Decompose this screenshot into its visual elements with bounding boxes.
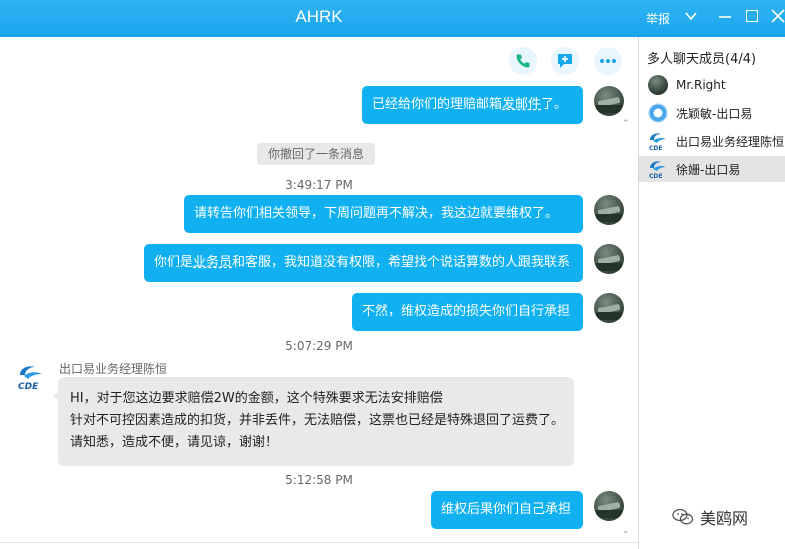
svg-text:CDE: CDE <box>18 382 39 391</box>
message-link[interactable]: 业务员 <box>193 255 232 270</box>
svg-text:CDE: CDE <box>649 173 662 179</box>
input-divider <box>0 542 638 543</box>
more-options-button[interactable] <box>594 47 622 75</box>
avatar[interactable] <box>594 244 624 274</box>
message-text: 你们是 <box>154 255 194 270</box>
message-bubble[interactable]: 请转告你们相关领导，下周问题再不解决，我这边就要维权了。 <box>184 195 583 233</box>
message-bubble[interactable]: 不然，维权造成的损失你们自行承担 <box>352 293 583 331</box>
member-name: Mr.Right <box>676 78 726 92</box>
scroll-down-icon[interactable]: ⌄ <box>622 526 630 536</box>
phone-icon <box>516 54 530 68</box>
group-chat-button[interactable] <box>551 47 579 75</box>
message-text: 维权后果你们自己承担 <box>441 502 572 517</box>
svg-text:CDE: CDE <box>649 145 662 151</box>
timestamp: 5:12:58 PM <box>285 473 353 487</box>
report-button[interactable]: 举报 <box>646 10 670 27</box>
scroll-up-icon[interactable]: ⌃ <box>622 119 630 129</box>
member-item[interactable]: 冼颖敏-出口易 <box>639 100 785 126</box>
minimize-icon[interactable] <box>718 9 732 23</box>
maximize-icon[interactable] <box>746 10 758 22</box>
message-bubble[interactable]: 已经给你们的理赔邮箱发邮件了。 <box>362 86 583 124</box>
chat-plus-icon <box>558 54 572 68</box>
message-line: HI，对于您这边要求赔偿2W的金额，这个特殊要求无法安排赔偿 <box>70 391 443 406</box>
members-title: 多人聊天成员(4/4) <box>647 52 757 67</box>
recall-notice: 你撤回了一条消息 <box>257 143 375 165</box>
voice-call-button[interactable] <box>509 47 537 75</box>
company-logo-icon: CDE <box>649 133 666 151</box>
message-bubble[interactable]: 你们是业务员和客服，我知道没有权限，希望找个说话算数的人跟我联系 <box>144 244 583 282</box>
member-item[interactable]: CDE 徐姗-出口易 <box>639 156 785 182</box>
message-text: 已经给你们的理赔邮箱 <box>372 97 503 112</box>
member-name: 徐姗-出口易 <box>676 162 741 177</box>
message-text: 和客服，我知道没有权限，希望找个说话算数的人跟我联系 <box>232 255 571 270</box>
timestamp: 3:49:17 PM <box>285 178 353 192</box>
avatar <box>648 103 668 123</box>
more-dots-icon <box>600 59 616 63</box>
title-bar: AHRK 举报 <box>0 0 785 37</box>
message-text: 请转告你们相关领导，下周问题再不解决，我这边就要维权了。 <box>194 206 559 221</box>
avatar[interactable] <box>594 491 624 521</box>
chevron-down-icon[interactable] <box>684 9 698 23</box>
members-panel: 多人聊天成员(4/4) Mr.Right 冼颖敏-出口易 CDE 出口易业务经理… <box>639 37 785 549</box>
avatar[interactable] <box>594 195 624 225</box>
message-text: 不然，维权造成的损失你们自行承担 <box>362 304 571 319</box>
avatar <box>648 75 668 95</box>
member-item[interactable]: Mr.Right <box>639 72 785 98</box>
close-icon[interactable] <box>771 9 785 23</box>
message-line: 针对不可控因素造成的扣货，并非丢件，无法赔偿，这票也已经是特殊退回了运费了。 <box>70 413 565 428</box>
sender-name: 出口易业务经理陈恒 <box>59 362 168 376</box>
chat-area[interactable]: ⌃ 已经给你们的理赔邮箱发邮件了。 你撤回了一条消息 3:49:17 PM 请转… <box>0 37 638 549</box>
member-name: 出口易业务经理陈恒 <box>676 134 785 149</box>
message-bubble[interactable]: HI，对于您这边要求赔偿2W的金额，这个特殊要求无法安排赔偿 针对不可控因素造成… <box>53 377 574 466</box>
message-bubble[interactable]: 维权后果你们自己承担 <box>431 491 583 529</box>
message-line: 请知悉，造成不便，请见谅，谢谢！ <box>70 435 279 450</box>
company-logo-icon: CDE <box>649 161 666 179</box>
avatar[interactable] <box>594 86 624 116</box>
company-logo-icon[interactable]: CDE <box>16 363 46 391</box>
message-link[interactable]: 发邮件 <box>502 97 541 112</box>
wechat-icon <box>672 508 694 525</box>
watermark: 美鸥网 <box>672 505 748 529</box>
member-item[interactable]: CDE 出口易业务经理陈恒 <box>639 128 785 154</box>
window-title: AHRK <box>295 7 343 26</box>
avatar[interactable] <box>594 293 624 323</box>
member-name: 冼颖敏-出口易 <box>676 106 753 121</box>
timestamp: 5:07:29 PM <box>285 339 353 353</box>
message-text: 了。 <box>541 97 568 112</box>
watermark-text: 美鸥网 <box>700 509 749 528</box>
